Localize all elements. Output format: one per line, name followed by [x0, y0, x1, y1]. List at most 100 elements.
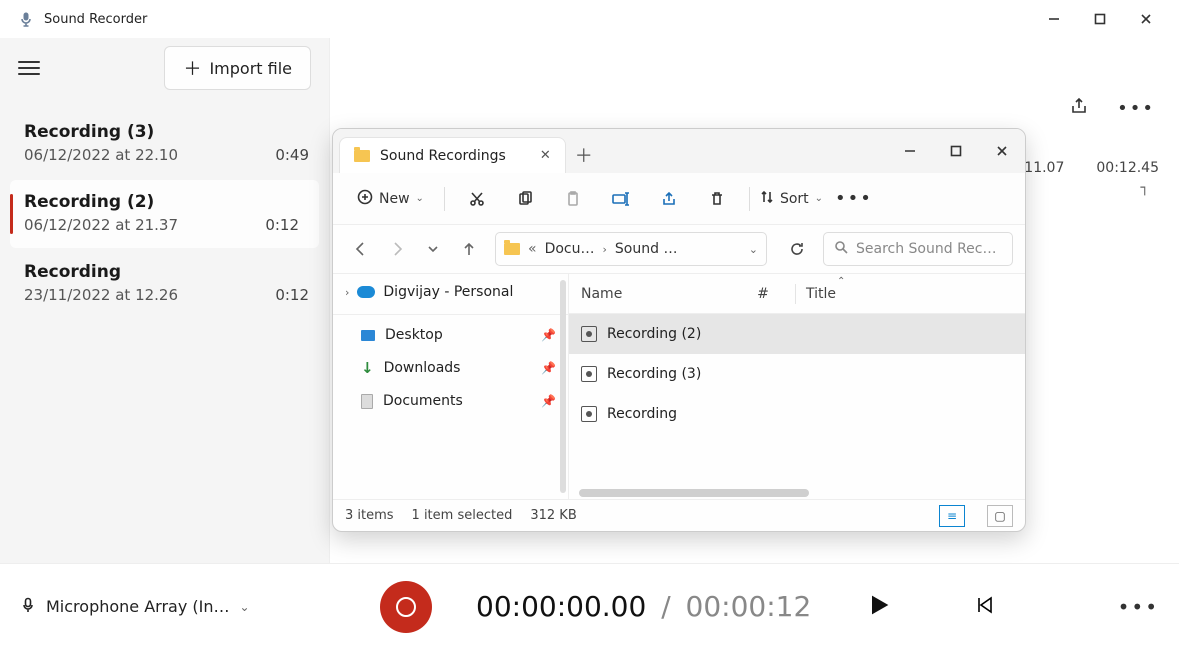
toolbar-more-button[interactable]: ••• — [827, 188, 881, 209]
audio-file-icon — [581, 366, 597, 382]
search-field[interactable]: Search Sound Rec… — [823, 232, 1013, 266]
fe-toolbar: New ⌄ Sort ⌄ ••• — [333, 173, 1025, 225]
file-row[interactable]: Recording (3) — [569, 354, 1025, 394]
chevron-down-icon: ⌄ — [416, 193, 424, 204]
sort-icon — [760, 190, 774, 208]
file-list-pane: Name ⌃ # Title Recording (2) Recording (3… — [569, 274, 1025, 499]
skip-start-button[interactable] — [973, 594, 995, 620]
recording-subtitle: 06/12/2022 at 21.37 — [24, 216, 178, 234]
more-button[interactable]: ••• — [1118, 595, 1159, 619]
recording-title: Recording (3) — [24, 122, 178, 142]
play-button[interactable] — [865, 591, 893, 623]
recordings-list: Recording (3)06/12/2022 at 22.100:49Reco… — [0, 98, 329, 330]
sr-titlebar: Sound Recorder — [0, 0, 1179, 38]
rename-button[interactable] — [599, 181, 643, 217]
onedrive-icon — [357, 286, 375, 298]
import-file-button[interactable]: ＋ Import file — [164, 46, 311, 90]
device-label: Microphone Array (In… — [46, 597, 230, 616]
file-name: Recording — [607, 406, 677, 422]
back-button[interactable] — [345, 233, 377, 265]
column-headers[interactable]: Name ⌃ # Title — [569, 274, 1025, 314]
chevron-down-icon[interactable]: ⌄ — [749, 243, 758, 256]
new-button[interactable]: New ⌄ — [347, 181, 434, 217]
search-placeholder: Search Sound Rec… — [856, 241, 997, 257]
refresh-button[interactable] — [781, 233, 813, 265]
close-tab-button[interactable]: ✕ — [540, 148, 551, 163]
current-time: 00:00:00.00 — [476, 590, 646, 623]
recording-duration: 0:12 — [265, 216, 299, 234]
search-icon — [834, 240, 848, 258]
new-tab-button[interactable]: ＋ — [566, 137, 602, 173]
import-label: Import file — [209, 59, 292, 78]
nav-item[interactable]: Desktop📌 — [333, 319, 568, 351]
nav-pane: › Digvijay - Personal Desktop📌↓Downloads… — [333, 274, 569, 499]
recording-duration: 0:49 — [275, 146, 309, 164]
icons-view-button[interactable]: ▢ — [987, 505, 1013, 527]
details-view-button[interactable]: ≡ — [939, 505, 965, 527]
microphone-icon — [20, 597, 36, 617]
recording-item[interactable]: Recording (3) 06/12/2022 at 22.10 0:49 — [0, 110, 329, 178]
pin-icon[interactable]: 📌 — [541, 328, 556, 342]
recording-subtitle: 06/12/2022 at 22.10 — [24, 146, 178, 164]
pin-icon[interactable]: 📌 — [541, 361, 556, 375]
timecode: 00:00:00.00 / 00:00:12 — [476, 590, 811, 623]
plus-circle-icon — [357, 189, 373, 209]
sort-button[interactable]: Sort ⌄ — [760, 190, 823, 208]
pin-icon[interactable]: 📌 — [541, 394, 556, 408]
close-button[interactable] — [1123, 3, 1169, 35]
share-button[interactable] — [647, 181, 691, 217]
paste-button[interactable] — [551, 181, 595, 217]
chevron-right-icon: › — [603, 243, 607, 256]
file-row[interactable]: Recording (2) — [569, 314, 1025, 354]
downloads-icon: ↓ — [361, 359, 374, 377]
minimize-button[interactable] — [1031, 3, 1077, 35]
forward-button[interactable] — [381, 233, 413, 265]
breadcrumb-seg[interactable]: Docu… — [545, 241, 595, 257]
file-row[interactable]: Recording — [569, 394, 1025, 434]
folder-icon — [354, 150, 370, 162]
delete-button[interactable] — [695, 181, 739, 217]
timeline-end-glyph: ┐ — [1141, 180, 1149, 196]
input-device-select[interactable]: Microphone Array (In… ⌄ — [20, 597, 300, 617]
fe-minimize-button[interactable] — [887, 135, 933, 167]
audio-file-icon — [581, 326, 597, 342]
record-button[interactable] — [380, 581, 432, 633]
app-title: Sound Recorder — [44, 12, 147, 27]
audio-file-icon — [581, 406, 597, 422]
recording-duration: 0:12 — [275, 286, 309, 304]
status-bar: 3 items 1 item selected 312 KB ≡ ▢ — [333, 499, 1025, 531]
folder-icon — [504, 243, 520, 255]
address-field[interactable]: « Docu… › Sound … ⌄ — [495, 232, 767, 266]
horizontal-scrollbar[interactable] — [579, 489, 1015, 499]
recording-item[interactable]: Recording (2) 06/12/2022 at 21.37 0:12 — [10, 180, 319, 248]
item-count: 3 items — [345, 508, 394, 523]
fe-close-button[interactable] — [979, 135, 1025, 167]
recording-title: Recording (2) — [24, 192, 178, 212]
chevron-down-icon: ⌄ — [815, 193, 823, 204]
sort-asc-icon: ⌃ — [837, 276, 845, 287]
share-icon[interactable] — [1069, 96, 1089, 120]
copy-button[interactable] — [503, 181, 547, 217]
nav-scrollbar[interactable] — [560, 280, 566, 493]
fe-maximize-button[interactable] — [933, 135, 979, 167]
tab-title: Sound Recordings — [380, 148, 506, 164]
documents-icon — [361, 394, 373, 409]
menu-button[interactable] — [18, 61, 40, 75]
maximize-button[interactable] — [1077, 3, 1123, 35]
recent-button[interactable] — [417, 233, 449, 265]
recording-item[interactable]: Recording23/11/2022 at 12.260:12 — [0, 250, 329, 318]
plus-icon: ＋ — [183, 55, 201, 81]
recording-title: Recording — [24, 262, 178, 282]
nav-item[interactable]: ↓Downloads📌 — [333, 351, 568, 385]
breadcrumb-seg[interactable]: Sound … — [615, 241, 678, 257]
desktop-icon — [361, 330, 375, 341]
more-icon[interactable]: ••• — [1117, 98, 1155, 119]
selected-size: 312 KB — [530, 508, 576, 523]
nav-item[interactable]: Documents📌 — [333, 385, 568, 417]
up-button[interactable] — [453, 233, 485, 265]
file-name: Recording (2) — [607, 326, 701, 342]
explorer-tab[interactable]: Sound Recordings ✕ — [339, 137, 566, 173]
cut-button[interactable] — [455, 181, 499, 217]
nav-onedrive[interactable]: › Digvijay - Personal — [333, 274, 568, 310]
selected-count: 1 item selected — [412, 508, 513, 523]
